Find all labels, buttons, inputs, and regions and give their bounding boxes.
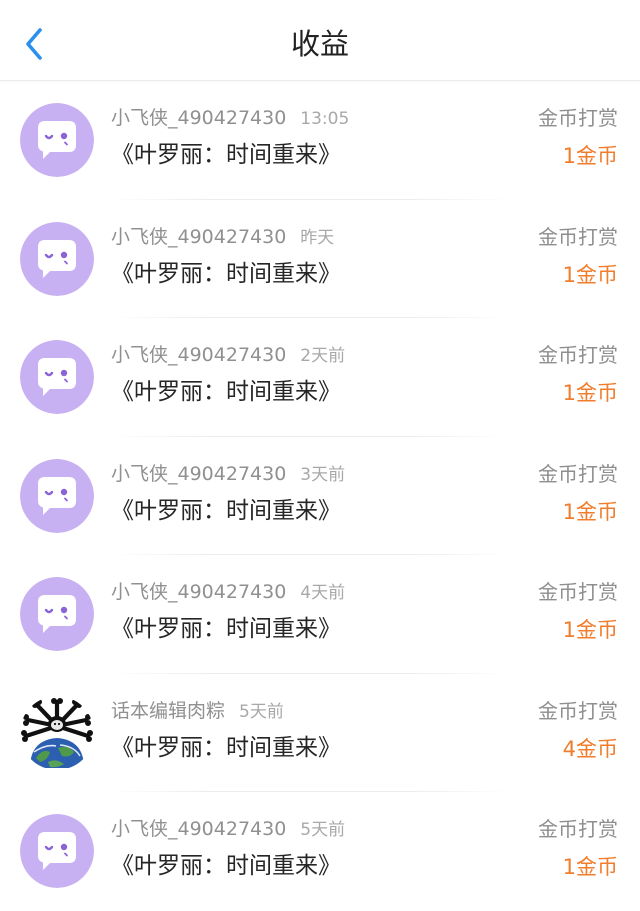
- record-meta: 小飞侠_490427430 2天前: [111, 342, 345, 369]
- user-name[interactable]: 小飞侠_490427430: [111, 344, 286, 366]
- user-name[interactable]: 小飞侠_490427430: [111, 107, 286, 129]
- earth-cartoon-avatar-icon: [20, 695, 94, 770]
- top-bar: 收益: [0, 0, 640, 81]
- income-record[interactable]: 话本编辑肉粽 5天前 《叶罗丽：时间重来》 金币打赏 4金币: [0, 674, 640, 793]
- record-time: 昨天: [300, 227, 335, 248]
- user-avatar[interactable]: [20, 340, 94, 414]
- default-chat-avatar-icon: [20, 103, 94, 177]
- income-list: 小飞侠_490427430 13:05 《叶罗丽：时间重来》 金币打赏 1金币 小…: [0, 81, 640, 911]
- reward-amount: 1金币: [562, 381, 618, 405]
- work-title[interactable]: 《叶罗丽：时间重来》: [111, 139, 341, 171]
- reward-type: 金币打赏: [538, 580, 618, 604]
- page-title: 收益: [290, 27, 349, 61]
- work-title[interactable]: 《叶罗丽：时间重来》: [111, 732, 341, 764]
- user-name[interactable]: 小飞侠_490427430: [111, 463, 286, 485]
- user-avatar[interactable]: [20, 458, 94, 533]
- income-record[interactable]: 小飞侠_490427430 13:05 《叶罗丽：时间重来》 金币打赏 1金币: [0, 81, 640, 200]
- work-title[interactable]: 《叶罗丽：时间重来》: [111, 376, 341, 408]
- record-time: 3天前: [300, 464, 346, 485]
- record-time: 2天前: [300, 346, 346, 366]
- record-time: 5天前: [300, 820, 346, 840]
- record-meta: 小飞侠_490427430 5天前: [111, 816, 345, 843]
- reward-type: 金币打赏: [538, 343, 618, 367]
- reward-type: 金币打赏: [538, 224, 618, 249]
- reward-type: 金币打赏: [538, 817, 618, 841]
- default-chat-avatar-icon: [20, 221, 94, 296]
- default-chat-avatar-icon: [20, 340, 94, 414]
- record-time: 5天前: [239, 701, 284, 722]
- work-title[interactable]: 《叶罗丽：时间重来》: [111, 258, 341, 290]
- record-time: 4天前: [300, 583, 346, 603]
- record-meta: 小飞侠_490427430 3天前: [111, 461, 345, 488]
- user-name[interactable]: 小飞侠_490427430: [111, 581, 286, 603]
- record-meta: 话本编辑肉粽 5天前: [111, 698, 284, 725]
- reward-amount: 1金币: [562, 262, 618, 287]
- reward-amount: 1金币: [562, 144, 618, 168]
- default-chat-avatar-icon: [20, 458, 94, 533]
- income-record[interactable]: 小飞侠_490427430 昨天 《叶罗丽：时间重来》 金币打赏 1金币: [0, 200, 640, 319]
- income-record[interactable]: 小飞侠_490427430 4天前 《叶罗丽：时间重来》 金币打赏 1金币: [0, 555, 640, 674]
- work-title[interactable]: 《叶罗丽：时间重来》: [111, 613, 341, 645]
- user-name[interactable]: 话本编辑肉粽: [111, 700, 225, 722]
- user-name[interactable]: 小飞侠_490427430: [111, 818, 286, 840]
- reward-amount: 1金币: [562, 855, 618, 879]
- user-avatar[interactable]: [20, 695, 94, 770]
- user-avatar[interactable]: [20, 103, 94, 177]
- work-title[interactable]: 《叶罗丽：时间重来》: [111, 850, 341, 882]
- record-meta: 小飞侠_490427430 13:05: [111, 105, 349, 132]
- user-avatar[interactable]: [20, 814, 94, 888]
- user-avatar[interactable]: [20, 221, 94, 296]
- user-avatar[interactable]: [20, 577, 94, 651]
- income-record[interactable]: 小飞侠_490427430 3天前 《叶罗丽：时间重来》 金币打赏 1金币: [0, 437, 640, 556]
- reward-amount: 1金币: [562, 618, 618, 642]
- reward-amount: 1金币: [562, 499, 618, 524]
- reward-type: 金币打赏: [538, 461, 618, 486]
- default-chat-avatar-icon: [20, 577, 94, 651]
- income-record[interactable]: 小飞侠_490427430 5天前 《叶罗丽：时间重来》 金币打赏 1金币: [0, 792, 640, 911]
- user-name[interactable]: 小飞侠_490427430: [111, 226, 286, 248]
- record-time: 13:05: [300, 109, 350, 129]
- reward-type: 金币打赏: [538, 698, 618, 723]
- income-record[interactable]: 小飞侠_490427430 2天前 《叶罗丽：时间重来》 金币打赏 1金币: [0, 318, 640, 437]
- reward-type: 金币打赏: [538, 106, 618, 130]
- record-meta: 小飞侠_490427430 昨天: [111, 224, 334, 251]
- work-title[interactable]: 《叶罗丽：时间重来》: [111, 495, 341, 527]
- reward-amount: 4金币: [562, 736, 618, 761]
- record-meta: 小飞侠_490427430 4天前: [111, 579, 345, 606]
- default-chat-avatar-icon: [20, 814, 94, 888]
